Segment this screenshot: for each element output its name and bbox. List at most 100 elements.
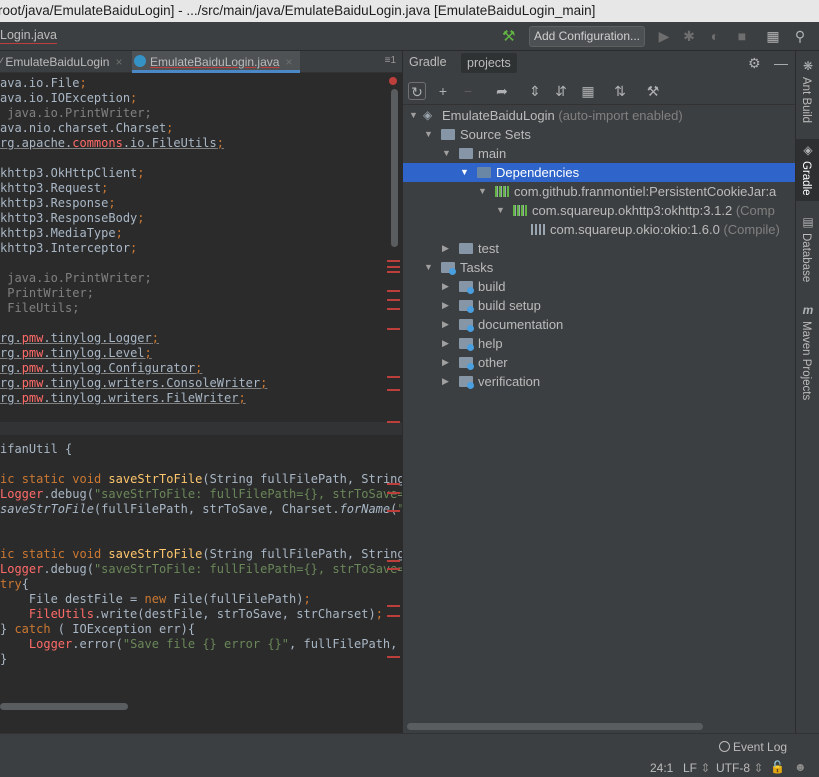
- code-line[interactable]: File destFile = new File(fullFilePath);: [0, 592, 311, 607]
- line-separator[interactable]: LF ⇕: [683, 761, 710, 775]
- collapse-arrow-icon[interactable]: ▶: [442, 353, 452, 372]
- tab-list-menu-icon[interactable]: ≡1: [385, 55, 396, 66]
- run-icon[interactable]: ▶: [656, 28, 672, 44]
- code-line[interactable]: [0, 406, 7, 421]
- tree-row-source-sets[interactable]: ▼ Source Sets: [403, 125, 796, 144]
- expand-arrow-icon[interactable]: ▼: [424, 258, 434, 277]
- hide-minimize-icon[interactable]: —: [774, 55, 788, 71]
- code-line[interactable]: [0, 457, 7, 472]
- code-line[interactable]: khttp3.Interceptor;: [0, 241, 137, 256]
- tree-row-root[interactable]: ▼ ◈ EmulateBaiduLogin (auto-import enabl…: [403, 106, 796, 125]
- code-line[interactable]: [0, 151, 7, 166]
- code-line[interactable]: ifanUtil {: [0, 442, 72, 457]
- tab-gradle[interactable]: Gradle: [409, 55, 447, 69]
- code-line[interactable]: rg.pmw.tinylog.writers.FileWriter;: [0, 391, 246, 406]
- code-line[interactable]: rg.pmw.tinylog.Configurator;: [0, 361, 202, 376]
- tree-row-dependency[interactable]: ▼ com.github.franmontiel:PersistentCooki…: [403, 182, 796, 201]
- expand-all-icon[interactable]: ⇕: [526, 82, 544, 100]
- inspector-icon[interactable]: ☻: [794, 760, 807, 774]
- toggle-offline-icon[interactable]: ⇅: [611, 82, 629, 100]
- tab-projects[interactable]: projects: [461, 53, 517, 73]
- code-line[interactable]: } catch ( IOException err){: [0, 622, 195, 637]
- tree-row-dependency[interactable]: com.squareup.okio:okio:1.6.0 (Compile): [403, 220, 796, 239]
- code-line[interactable]: [0, 517, 7, 532]
- add-configuration-button[interactable]: Add Configuration...: [529, 26, 645, 47]
- code-line[interactable]: rg.pmw.tinylog.writers.ConsoleWriter;: [0, 376, 267, 391]
- code-line[interactable]: khttp3.Request;: [0, 181, 108, 196]
- expand-arrow-icon[interactable]: ▼: [442, 144, 452, 163]
- tree-row-task-group[interactable]: ▶ help: [403, 334, 796, 353]
- code-line[interactable]: rg.pmw.tinylog.Level;: [0, 346, 152, 361]
- code-line[interactable]: Logger.error("Save file {} error {}", fu…: [0, 637, 402, 652]
- tree-row-test[interactable]: ▶ test: [403, 239, 796, 258]
- event-log-button[interactable]: Event Log: [719, 740, 787, 754]
- caret-position[interactable]: 24:1: [650, 761, 673, 775]
- expand-arrow-icon[interactable]: ▼: [460, 163, 470, 182]
- code-line[interactable]: khttp3.OkHttpClient;: [0, 166, 145, 181]
- build-hammer-icon[interactable]: ⚒: [502, 27, 518, 45]
- code-editor[interactable]: ava.io.File; ava.io.IOException; java.io.…: [0, 73, 402, 733]
- tree-row-task-group[interactable]: ▶ verification: [403, 372, 796, 391]
- code-line[interactable]: java.io.PrintWriter;: [0, 271, 152, 286]
- link-project-icon[interactable]: ▦: [579, 82, 597, 100]
- expand-arrow-icon[interactable]: ▼: [496, 201, 506, 220]
- gradle-horizontal-scrollbar[interactable]: [407, 723, 703, 730]
- collapse-arrow-icon[interactable]: ▶: [442, 315, 452, 334]
- gradle-project-tree[interactable]: ▼ ◈ EmulateBaiduLogin (auto-import enabl…: [403, 106, 796, 706]
- close-icon[interactable]: ×: [285, 55, 292, 69]
- code-line[interactable]: }: [0, 652, 7, 667]
- code-line[interactable]: rg.apache.commons.io.FileUtils;: [0, 136, 224, 151]
- breadcrumb-file[interactable]: Login.java: [0, 28, 57, 44]
- code-line[interactable]: ava.nio.charset.Charset;: [0, 121, 173, 136]
- code-line[interactable]: ic static void saveStrToFile(String full…: [0, 472, 402, 487]
- code-line[interactable]: rg.pmw.tinylog.Logger;: [0, 331, 159, 346]
- lock-icon[interactable]: 🔓: [770, 760, 785, 774]
- file-encoding[interactable]: UTF-8 ⇕: [716, 761, 763, 775]
- code-line[interactable]: Logger.debug("saveStrToFile: fullFilePat…: [0, 562, 402, 577]
- collapse-arrow-icon[interactable]: ▶: [442, 239, 452, 258]
- tree-row-task-group[interactable]: ▶ build: [403, 277, 796, 296]
- tree-row-task-group[interactable]: ▶ build setup: [403, 296, 796, 315]
- collapse-arrow-icon[interactable]: ▶: [442, 277, 452, 296]
- code-line[interactable]: [0, 316, 7, 331]
- sidebar-item-gradle[interactable]: ◈ Gradle: [796, 139, 819, 201]
- remove-icon[interactable]: −: [459, 82, 477, 100]
- tree-row-task-group[interactable]: ▶ documentation: [403, 315, 796, 334]
- editor-horizontal-scrollbar[interactable]: [0, 703, 128, 710]
- tree-row-dependency[interactable]: ▼ com.squareup.okhttp3:okhttp:3.1.2 (Com…: [403, 201, 796, 220]
- debug-icon[interactable]: ✱: [681, 28, 697, 44]
- sidebar-item-ant-build[interactable]: ❋ Ant Build: [796, 57, 819, 131]
- code-line[interactable]: saveStrToFile(fullFilePath, strToSave, C…: [0, 502, 402, 517]
- tree-row-tasks[interactable]: ▼ Tasks: [403, 258, 796, 277]
- error-indicator-icon[interactable]: [389, 77, 397, 85]
- sidebar-item-maven-projects[interactable]: m Maven Projects: [796, 301, 819, 401]
- close-icon[interactable]: ×: [115, 55, 122, 69]
- stop-icon[interactable]: ■: [734, 28, 750, 44]
- refresh-icon[interactable]: ↻: [408, 82, 426, 100]
- code-line[interactable]: FileUtils.write(destFile, strToSave, str…: [0, 607, 383, 622]
- tab-emulatebaidulogin-java[interactable]: EmulateBaiduLogin.java ×: [132, 51, 300, 73]
- code-line[interactable]: ic static void saveStrToFile(String full…: [0, 547, 402, 562]
- collapse-all-icon[interactable]: ⇵: [552, 82, 570, 100]
- tab-emulatebaidulogin-module[interactable]: ⁄ EmulateBaiduLogin ×: [0, 51, 128, 73]
- code-line[interactable]: ava.io.File;: [0, 76, 87, 91]
- code-line[interactable]: java.io.PrintWriter;: [0, 106, 152, 121]
- coverage-icon[interactable]: ◐: [707, 28, 723, 44]
- expand-arrow-icon[interactable]: ▼: [409, 106, 419, 125]
- sidebar-item-database[interactable]: ▤ Database: [796, 213, 819, 285]
- code-line[interactable]: [0, 256, 7, 271]
- collapse-arrow-icon[interactable]: ▶: [442, 372, 452, 391]
- code-line[interactable]: try{: [0, 577, 29, 592]
- collapse-arrow-icon[interactable]: ▶: [442, 296, 452, 315]
- code-line[interactable]: khttp3.MediaType;: [0, 226, 123, 241]
- expand-arrow-icon[interactable]: ▼: [424, 125, 434, 144]
- project-structure-icon[interactable]: ▦: [765, 28, 781, 44]
- code-line[interactable]: [0, 532, 7, 547]
- tree-row-main[interactable]: ▼ main: [403, 144, 796, 163]
- search-icon[interactable]: ⚲: [792, 28, 808, 44]
- tree-row-task-group[interactable]: ▶ other: [403, 353, 796, 372]
- add-icon[interactable]: +: [434, 82, 452, 100]
- code-line[interactable]: khttp3.ResponseBody;: [0, 211, 145, 226]
- code-line[interactable]: FileUtils;: [0, 301, 79, 316]
- editor-vertical-scrollbar[interactable]: [391, 89, 398, 247]
